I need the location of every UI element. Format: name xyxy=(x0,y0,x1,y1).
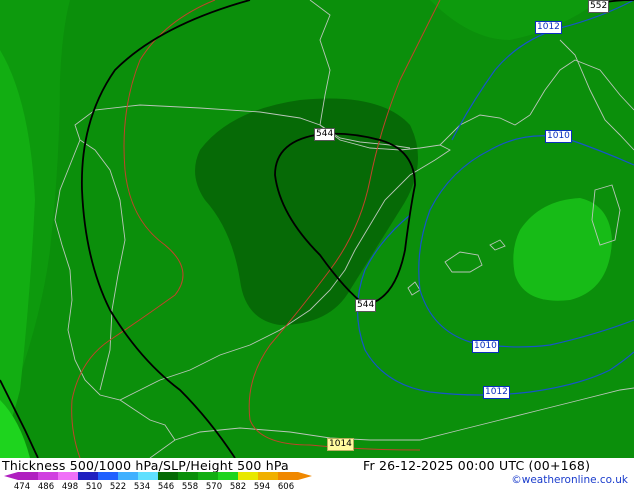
map-title: Thickness 500/1000 hPa/SLP/Height 500 hP… xyxy=(2,458,289,473)
legend-tick-label: 606 xyxy=(278,482,294,490)
color-legend: 474 486 498 510 522 534 546 558 570 582 594 606 xyxy=(4,472,312,490)
legend-tick-label: 594 xyxy=(254,482,270,490)
legend-swatch xyxy=(158,472,178,480)
forecast-datetime: Fr 26-12-2025 00:00 UTC (00+168) xyxy=(363,458,591,473)
legend-swatch xyxy=(38,472,58,480)
legend-swatch xyxy=(278,472,298,480)
isobar-label-1014: 1014 xyxy=(327,438,354,451)
map-canvas xyxy=(0,0,634,459)
legend-tick-label: 474 xyxy=(14,482,30,490)
weather-map: 552 544 544 1012 1010 1010 1012 1014 xyxy=(0,0,634,459)
legend-tick-label: 558 xyxy=(182,482,198,490)
legend-tick-label: 486 xyxy=(38,482,54,490)
legend-tick-label: 522 xyxy=(110,482,126,490)
legend-swatch xyxy=(118,472,138,480)
isobar-label-1010-bottom: 1010 xyxy=(472,340,499,353)
legend-swatch xyxy=(138,472,158,480)
isobar-label-1012-top: 1012 xyxy=(535,21,562,34)
legend-swatch xyxy=(218,472,238,480)
legend-swatch xyxy=(238,472,258,480)
legend-swatch xyxy=(258,472,278,480)
legend-arrow-left xyxy=(4,472,18,480)
contour-label-552: 552 xyxy=(588,0,610,13)
legend-swatch xyxy=(18,472,38,480)
contour-label-544-top: 544 xyxy=(314,128,336,141)
contour-label-544-bottom: 544 xyxy=(355,299,377,312)
legend-swatch xyxy=(98,472,118,480)
credit-link[interactable]: ©weatheronline.co.uk xyxy=(511,474,628,486)
legend-swatch xyxy=(198,472,218,480)
isobar-label-1010-right: 1010 xyxy=(545,130,572,143)
legend-swatch xyxy=(178,472,198,480)
legend-tick-label: 510 xyxy=(86,482,102,490)
legend-swatch xyxy=(78,472,98,480)
legend-swatch xyxy=(58,472,78,480)
legend-arrow-right xyxy=(298,472,312,480)
isobar-label-1012-bottom: 1012 xyxy=(483,386,510,399)
legend-tick-label: 498 xyxy=(62,482,78,490)
legend-tick-label: 582 xyxy=(230,482,246,490)
legend-tick-label: 546 xyxy=(158,482,174,490)
legend-tick-label: 534 xyxy=(134,482,150,490)
legend-tick-label: 570 xyxy=(206,482,222,490)
map-footer: Thickness 500/1000 hPa/SLP/Height 500 hP… xyxy=(0,458,634,490)
